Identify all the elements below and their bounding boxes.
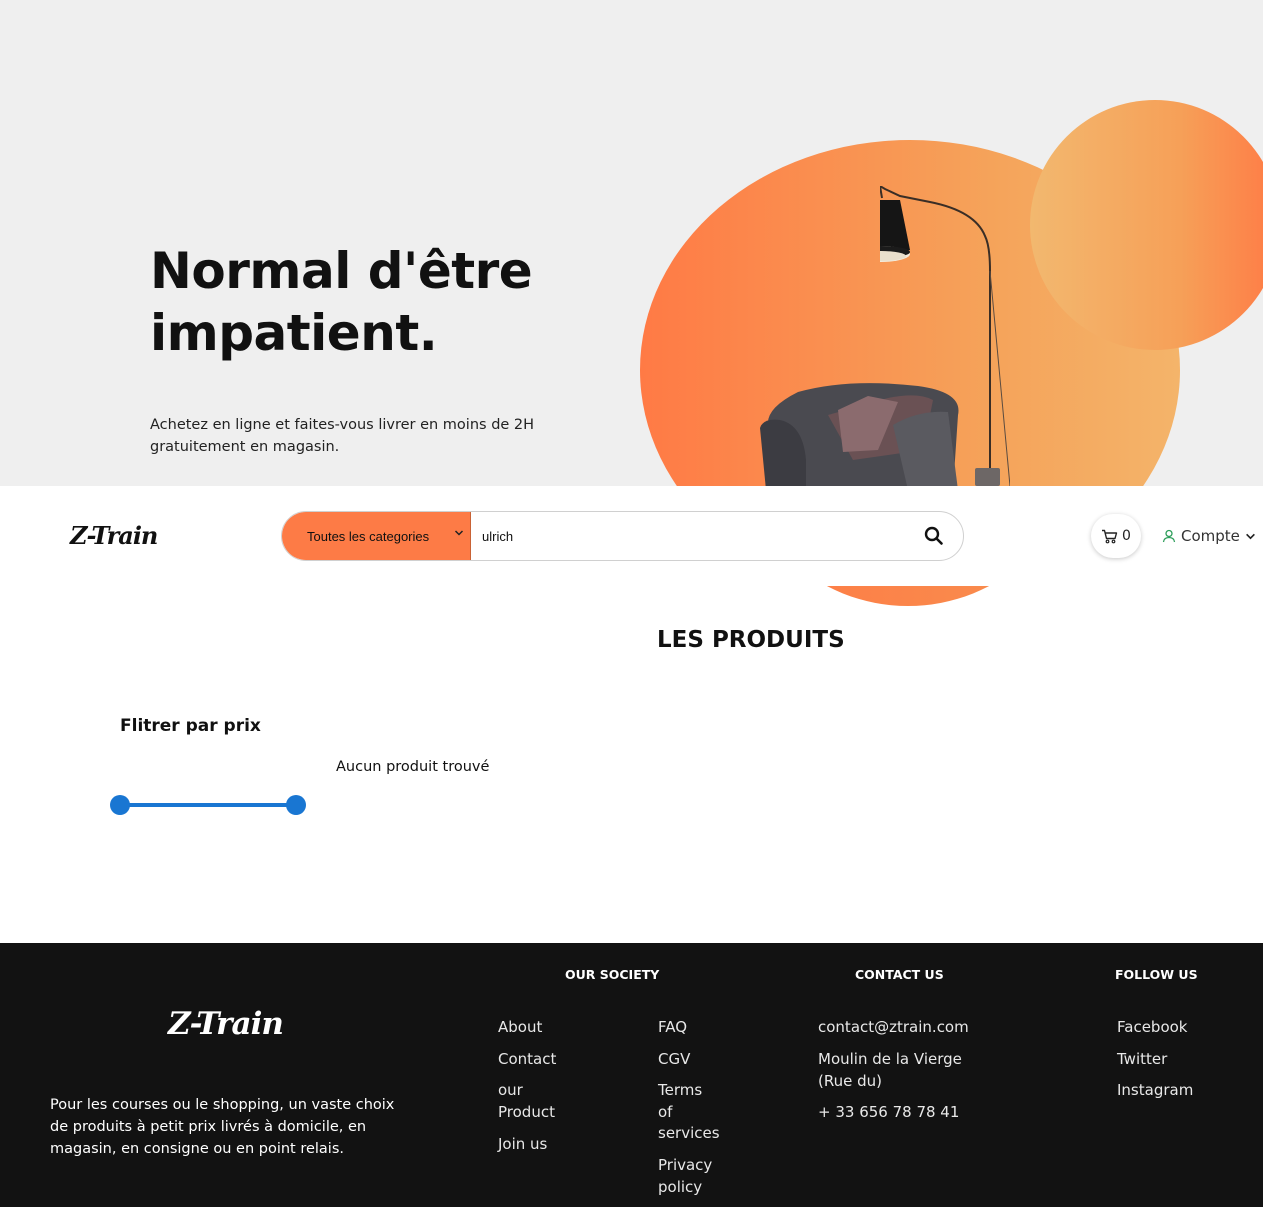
footer-link-facebook[interactable]: Facebook — [1117, 1017, 1187, 1039]
products-title: LES PRODUITS — [657, 627, 845, 653]
cart-icon — [1102, 529, 1118, 543]
footer-link-contact[interactable]: Contact — [498, 1049, 556, 1071]
search-bar: Toutes les categories — [281, 511, 964, 561]
footer-logo[interactable]: Z-Train — [168, 1006, 284, 1042]
price-range-slider[interactable] — [110, 794, 306, 816]
search-input[interactable] — [472, 512, 912, 560]
footer-link-privacy[interactable]: Privacy policy — [658, 1155, 712, 1198]
footer-contact-phone[interactable]: + 33 656 78 78 41 — [818, 1102, 959, 1124]
footer-link-terms-line-1: Terms — [658, 1081, 703, 1099]
armchair-image — [760, 383, 959, 486]
footer-heading-follow: FOLLOW US — [1115, 967, 1198, 982]
decorative-blob — [798, 586, 1020, 606]
hero-title: Normal d'être impatient. — [150, 240, 610, 364]
site-logo[interactable]: Z-Train — [70, 521, 158, 550]
slider-track — [120, 803, 296, 807]
hero-title-line-1: Normal d'être — [150, 242, 533, 300]
chevron-down-icon — [454, 530, 464, 536]
footer-description: Pour les courses ou le shopping, un vast… — [50, 1097, 395, 1157]
footer-contact-email[interactable]: contact@ztrain.com — [818, 1017, 969, 1039]
slider-thumb-max[interactable] — [286, 795, 306, 815]
footer-link-privacy-line-1: Privacy — [658, 1156, 713, 1174]
footer-link-join-us[interactable]: Join us — [498, 1134, 547, 1156]
cart-button[interactable]: 0 — [1091, 514, 1141, 558]
account-menu[interactable]: Compte — [1162, 527, 1256, 545]
footer-link-cgv[interactable]: CGV — [658, 1049, 690, 1071]
footer-link-our-product[interactable]: our Product — [498, 1080, 555, 1123]
empty-results-message: Aucun produit trouvé — [336, 759, 490, 775]
hero-banner: Normal d'être impatient. Achetez en lign… — [0, 0, 1263, 486]
footer-link-terms-line-2: of — [658, 1102, 673, 1121]
footer-link-instagram[interactable]: Instagram — [1117, 1080, 1193, 1102]
footer-contact-address: Moulin de la Vierge (Rue du) — [818, 1049, 962, 1092]
footer-link-our-product-line-2: Product — [498, 1102, 555, 1121]
footer-link-terms[interactable]: Terms of services — [658, 1080, 720, 1145]
footer-heading-society: OUR SOCIETY — [565, 967, 660, 982]
hero-title-line-2: impatient. — [150, 304, 438, 362]
search-icon[interactable] — [922, 524, 946, 548]
footer-contact-address-line-2: (Rue du) — [818, 1071, 882, 1090]
footer-contact-address-line-1: Moulin de la Vierge — [818, 1050, 962, 1068]
category-select[interactable]: Toutes les categories — [282, 512, 471, 560]
footer-heading-contact: CONTACT US — [855, 967, 944, 982]
footer-link-our-product-line-1: our — [498, 1081, 523, 1099]
footer-link-privacy-line-2: policy — [658, 1177, 703, 1196]
price-filter-title: Flitrer par prix — [120, 716, 261, 736]
chevron-down-icon — [1245, 533, 1255, 539]
category-select-label: Toutes les categories — [307, 528, 430, 544]
hero-blob-small — [1030, 100, 1263, 350]
footer-link-faq[interactable]: FAQ — [658, 1017, 687, 1039]
footer-link-terms-line-3: services — [658, 1124, 720, 1142]
slider-thumb-min[interactable] — [110, 795, 130, 815]
footer — [0, 943, 1263, 1207]
cart-count: 0 — [1122, 528, 1131, 544]
hero-subtitle: Achetez en ligne et faites-vous livrer e… — [150, 417, 535, 455]
footer-link-about[interactable]: About — [498, 1017, 542, 1039]
user-icon — [1162, 529, 1176, 543]
footer-link-twitter[interactable]: Twitter — [1117, 1049, 1167, 1071]
account-label: Compte — [1181, 527, 1240, 545]
